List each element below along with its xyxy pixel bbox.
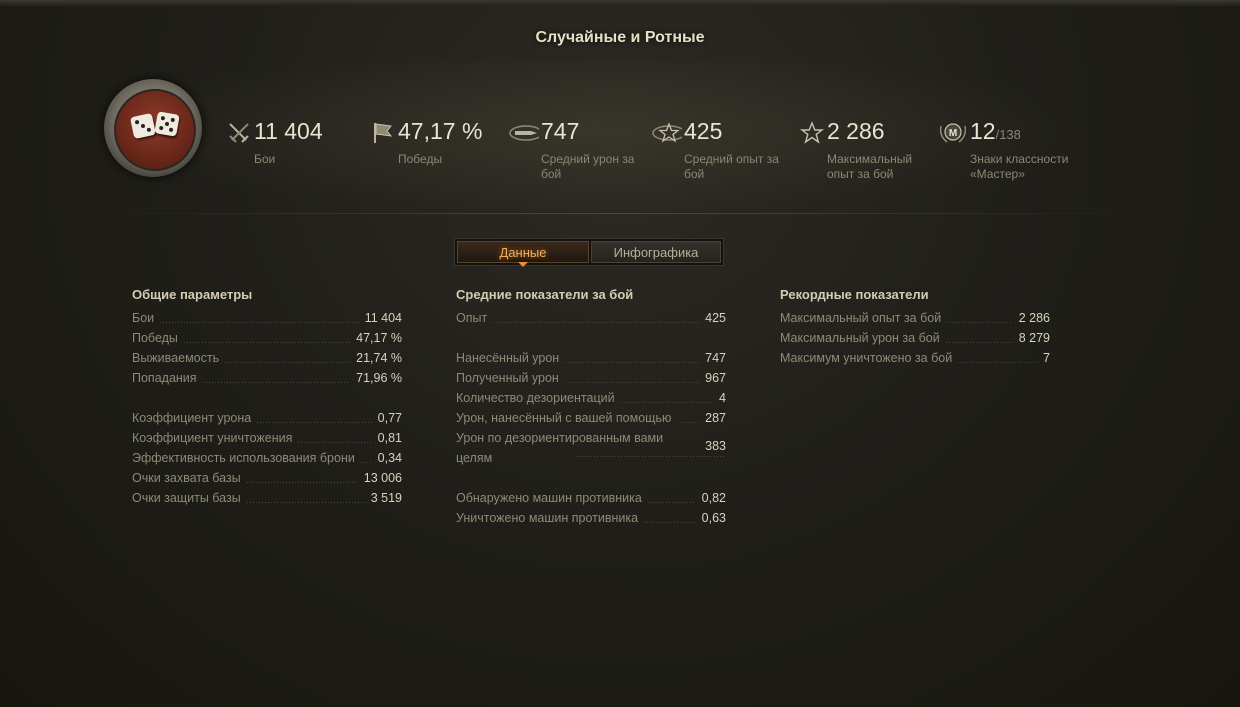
- svg-text:M: M: [949, 128, 957, 139]
- row-label: Опыт: [456, 311, 488, 325]
- stat-row: Опыт 425: [456, 308, 726, 328]
- stat-row: Победы 47,17 %: [132, 328, 402, 348]
- row-value: 967: [705, 371, 726, 385]
- stat-row: Урон по дезориентированным вами целям 383: [456, 428, 726, 468]
- row-label: Максимальный опыт за бой: [780, 311, 942, 325]
- stat-row: Максимальный урон за бой 8 279: [780, 328, 1050, 348]
- flag-icon: [374, 123, 393, 143]
- tab-data[interactable]: Данные: [457, 241, 589, 267]
- row-value: 11 404: [364, 311, 402, 325]
- row-value: 2 286: [1018, 311, 1050, 325]
- row-label: Максимум уничтожено за бой: [780, 351, 953, 365]
- view-tabs: Данные Инфографика: [454, 238, 724, 267]
- stat-label: Победы: [398, 152, 443, 166]
- row-label: Количество дезориентаций: [456, 391, 615, 405]
- page-title: Случайные и Ротные: [535, 29, 705, 46]
- stat-value: 425: [684, 118, 723, 144]
- top-edge: [0, 0, 1240, 6]
- stat-row: Очки защиты базы 3 519: [132, 488, 402, 508]
- tab-infographic[interactable]: Инфографика: [591, 241, 721, 263]
- row-label: Очки защиты базы: [132, 491, 241, 505]
- row-label: Полученный урон: [456, 371, 559, 385]
- stat-value: 11 404: [254, 118, 323, 144]
- row-value: 4: [719, 391, 726, 405]
- records-section: Рекордные показатели Максимальный опыт з…: [780, 286, 1050, 368]
- stat-label: Средний опыт за бой: [684, 152, 779, 181]
- stat-row: Урон, нанесённый с вашей помощью 287: [456, 408, 726, 428]
- star-xp-icon: [652, 122, 682, 143]
- row-value: 0,63: [701, 511, 726, 525]
- damage-shell-icon: [509, 125, 539, 141]
- row-label: Максимальный урон за бой: [780, 331, 940, 345]
- row-label: Обнаружено машин противника: [456, 491, 642, 505]
- average-per-battle-section: Средние показатели за бой Опыт 425 Нанесё…: [456, 286, 726, 528]
- row-value: 3 519: [370, 491, 402, 505]
- crossed-swords-icon: [229, 123, 249, 143]
- stat-row: Максимальный опыт за бой 2 286: [780, 308, 1050, 328]
- stat-row: Коэффициент урона 0,77: [132, 408, 402, 428]
- row-value: 0,77: [377, 411, 402, 425]
- row-value: 21,74 %: [356, 351, 402, 365]
- mastery-badge-icon: M: [939, 123, 966, 143]
- row-label: Эффективность использования брони: [132, 451, 355, 465]
- stat-value: 12/138: [970, 118, 1021, 145]
- stat-row: Обнаружено машин противника 0,82: [456, 488, 726, 508]
- header-divider: [95, 213, 1145, 214]
- row-value: 71,96 %: [356, 371, 402, 385]
- row-label: Нанесённый урон: [456, 351, 560, 365]
- row-label: Выживаемость: [132, 351, 220, 365]
- stat-label: Бои: [254, 152, 276, 166]
- row-value: 747: [705, 351, 726, 365]
- stat-row: Нанесённый урон 747: [456, 348, 726, 368]
- row-label: Коэффициент урона: [132, 411, 252, 425]
- stat-value: 747: [541, 118, 580, 144]
- section-title: Средние показатели за бой: [456, 287, 634, 302]
- row-value: 0,34: [377, 451, 402, 465]
- stat-row: Выживаемость 21,74 %: [132, 348, 402, 368]
- section-title: Рекордные показатели: [780, 287, 929, 302]
- row-label: Бои: [132, 311, 155, 325]
- row-value: 287: [705, 411, 726, 425]
- row-label: Очки захвата базы: [132, 471, 241, 485]
- row-value: 383: [705, 439, 726, 453]
- row-label: Уничтожено машин противника: [456, 511, 639, 525]
- stat-row: Полученный урон 967: [456, 368, 726, 388]
- row-value: 425: [705, 311, 726, 325]
- stat-label: Средний урон за бой: [541, 152, 635, 181]
- stat-row: Максимум уничтожено за бой 7: [780, 348, 1050, 368]
- section-title: Общие параметры: [132, 287, 253, 302]
- row-value: 0,82: [701, 491, 726, 505]
- row-value: 0,81: [377, 431, 402, 445]
- row-label: Коэффициент уничтожения: [132, 431, 293, 445]
- stat-value: 47,17 %: [398, 118, 483, 144]
- stat-row: Попадания 71,96 %: [132, 368, 402, 388]
- stat-row: Уничтожено машин противника 0,63: [456, 508, 726, 528]
- stat-row: Очки захвата базы 13 006: [132, 468, 402, 488]
- stat-value-main: 12: [970, 118, 996, 144]
- row-value: 47,17 %: [356, 331, 402, 345]
- row-label: Урон, нанесённый с вашей помощью: [456, 411, 672, 425]
- stat-value: 2 286: [827, 118, 885, 144]
- row-label: Попадания: [132, 371, 197, 385]
- row-value: 7: [1043, 351, 1050, 365]
- stat-label: Максимальный опыт за бой: [827, 152, 913, 181]
- row-value: 8 279: [1018, 331, 1050, 345]
- stat-row: Количество дезориентаций 4: [456, 388, 726, 408]
- stat-row: Коэффициент уничтожения 0,81: [132, 428, 402, 448]
- stat-row: Эффективность использования брони 0,34: [132, 448, 402, 468]
- stat-label: Знаки классности «Мастер»: [970, 152, 1069, 181]
- general-params-section: Общие параметры Бои 11 404 Победы 47,17 % …: [132, 286, 402, 508]
- row-value: 13 006: [363, 471, 402, 485]
- star-max-xp-icon: [799, 121, 825, 144]
- row-label: Урон по дезориентированным вами целям: [456, 431, 664, 465]
- row-label: Победы: [132, 331, 178, 345]
- dice-emblem-icon: [104, 79, 202, 177]
- stat-value-total: /138: [995, 127, 1021, 142]
- stat-row: Бои 11 404: [132, 308, 402, 328]
